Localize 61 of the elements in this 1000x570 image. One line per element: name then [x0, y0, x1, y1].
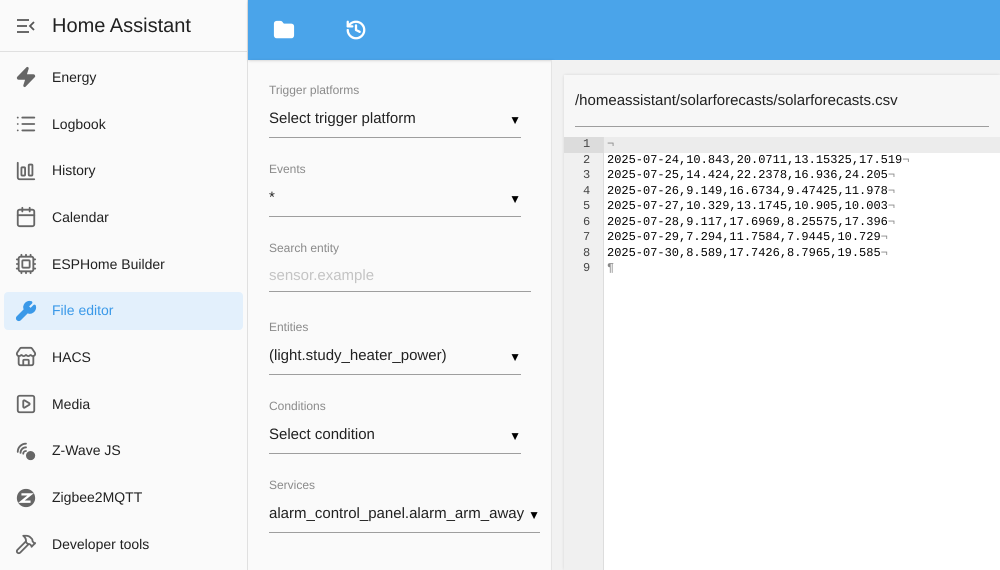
select-field[interactable]: Select condition ▼	[269, 418, 521, 454]
line-number: 1	[564, 137, 603, 152]
sidebar-item[interactable]: Calendar	[4, 198, 243, 236]
line-end-mark: ¬	[902, 152, 910, 168]
sidebar-item[interactable]: Z-Wave JS	[4, 432, 243, 470]
line-number: 5	[582, 199, 592, 214]
line-number: 2	[582, 152, 592, 168]
code-editor[interactable]	[564, 137, 1000, 570]
sidebar-item[interactable]: ESPHome Builder	[4, 245, 243, 284]
field-label: Entities	[269, 319, 310, 336]
line-end-mark: ¬	[888, 184, 896, 199]
store-icon	[15, 346, 37, 368]
sidebar-item[interactable]: Zigbee2MQTT	[4, 478, 243, 517]
select-field[interactable]: (light.study_heater_power) ▼	[269, 339, 521, 375]
code-line: 2025-07-29,7.294,11.7584,7.9445,10.729	[607, 230, 881, 246]
code-line: 2025-07-27,10.329,13.1745,10.905,10.003	[607, 199, 888, 214]
line-number: 6	[582, 214, 592, 230]
field-label: Conditions	[269, 398, 327, 415]
line-number: 3	[582, 168, 592, 184]
sidebar-item[interactable]: HACS	[4, 338, 243, 376]
menu-icon[interactable]	[16, 18, 36, 34]
chart-icon	[15, 160, 37, 182]
sidebar-item[interactable]: Media	[4, 385, 243, 424]
select-field[interactable]: Select trigger platform ▼	[269, 102, 521, 138]
zigbee-icon	[15, 486, 37, 509]
sidebar-item[interactable]: Energy	[4, 58, 243, 96]
calendar-icon	[15, 206, 37, 228]
code-line: 2025-07-24,10.843,20.0711,13.15325,17.519	[607, 152, 902, 168]
chip-icon	[15, 253, 37, 276]
file-path: /homeassistant/solarforecasts/solarforecasts.csv	[575, 90, 898, 110]
select-field[interactable]: * ▼	[269, 181, 521, 217]
lightning-icon	[15, 66, 37, 88]
line-end-mark: ¬	[880, 230, 888, 246]
line-number: 9	[582, 261, 592, 276]
code-line: 2025-07-26,9.149,16.6734,9.47425,11.978	[607, 184, 888, 199]
field-label: Trigger platforms	[269, 82, 360, 99]
line-end-mark: ¬	[888, 214, 896, 230]
code-line: 2025-07-25,14.424,22.2378,16.936,24.205	[607, 168, 888, 184]
line-end-mark: ¶	[607, 261, 614, 276]
wrench-icon	[15, 300, 37, 322]
play-icon	[15, 393, 37, 416]
hammer-icon	[15, 533, 37, 556]
sidebar-item[interactable]: History	[4, 152, 243, 190]
line-end-mark: ¬	[607, 137, 614, 152]
app-title: Home Assistant	[52, 14, 191, 38]
sidebar-item[interactable]: Logbook	[4, 105, 243, 144]
line-number: 4	[582, 184, 592, 199]
code-line: 2025-07-28,9.117,17.6969,8.25575,17.396	[607, 214, 888, 230]
field-label: Events	[269, 161, 307, 178]
select-field[interactable]: alarm_control_panel.alarm_arm_away ▼	[269, 497, 540, 533]
folder-icon[interactable]	[273, 19, 295, 41]
line-end-mark: ¬	[888, 199, 896, 214]
line-number: 7	[582, 230, 592, 246]
history-icon[interactable]	[345, 19, 367, 41]
field-label: Search entity	[269, 240, 340, 257]
code-line: 2025-07-30,8.589,17.7426,8.7965,19.585	[607, 246, 881, 261]
line-end-mark: ¬	[880, 246, 888, 261]
line-end-mark: ¬	[888, 168, 896, 184]
field-label: Services	[269, 477, 316, 494]
line-number: 8	[582, 246, 592, 261]
sidebar-item[interactable]: Developer tools	[4, 525, 243, 564]
